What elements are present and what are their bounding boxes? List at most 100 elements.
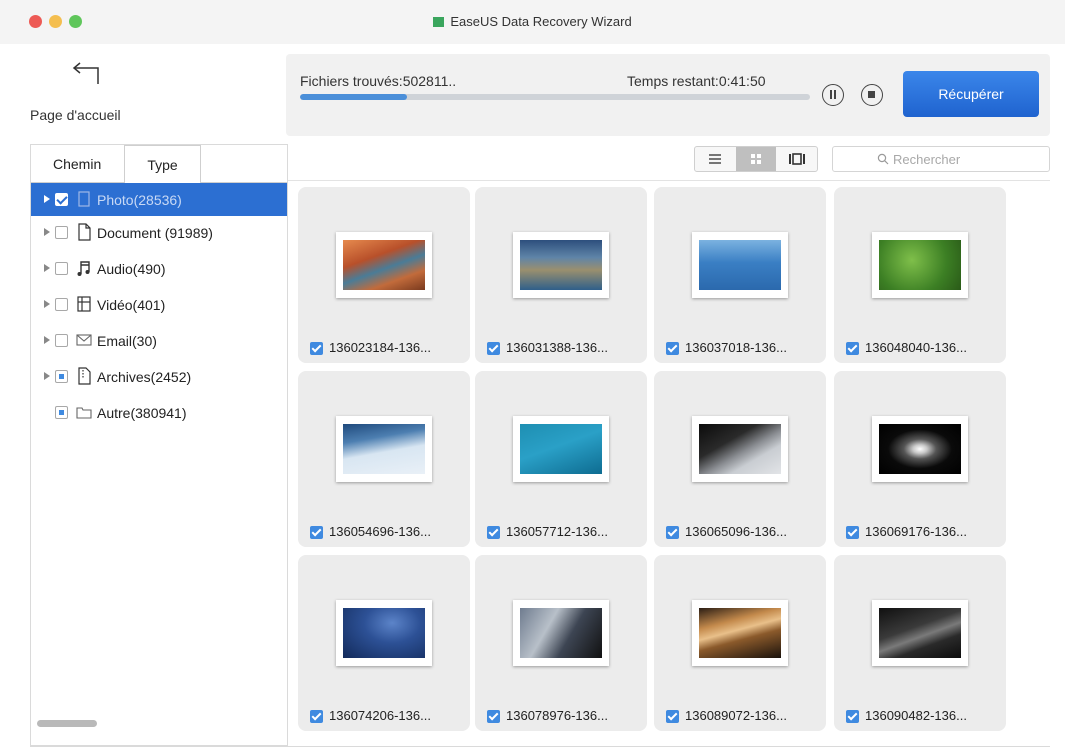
file-card[interactable]: 136054696-136... bbox=[298, 371, 470, 547]
sidebar: Chemin Type Photo(28536) Document (91989… bbox=[30, 144, 288, 746]
file-card[interactable]: 136065096-136... bbox=[654, 371, 826, 547]
file-card[interactable]: 136037018-136... bbox=[654, 187, 826, 363]
tree-item-audio[interactable]: Audio(490) bbox=[31, 252, 287, 288]
grid-view-icon[interactable] bbox=[736, 147, 776, 171]
file-name: 136078976-136... bbox=[506, 708, 608, 723]
file-card[interactable]: 136023184-136... bbox=[298, 187, 470, 363]
thumbnail-frame bbox=[336, 416, 432, 482]
tree-item-archives[interactable]: Archives(2452) bbox=[31, 360, 287, 396]
expand-arrow-icon[interactable] bbox=[44, 372, 50, 380]
thumbnail-frame bbox=[872, 232, 968, 298]
list-view-icon[interactable] bbox=[695, 147, 735, 171]
file-card[interactable]: 136031388-136... bbox=[475, 187, 647, 363]
checkbox[interactable] bbox=[55, 370, 68, 383]
email-icon bbox=[76, 334, 92, 346]
bottom-divider bbox=[30, 746, 1050, 747]
file-card[interactable]: 136089072-136... bbox=[654, 555, 826, 731]
checkbox[interactable] bbox=[310, 526, 323, 539]
checkbox[interactable] bbox=[55, 298, 68, 311]
thumbnail-image bbox=[520, 240, 602, 290]
app-logo-icon bbox=[433, 17, 445, 27]
checkbox[interactable] bbox=[310, 710, 323, 723]
horizontal-scrollbar[interactable] bbox=[37, 720, 97, 727]
checkbox[interactable] bbox=[487, 710, 500, 723]
checkbox[interactable] bbox=[846, 710, 859, 723]
thumbnail-image bbox=[343, 424, 425, 474]
filmstrip-view-icon[interactable] bbox=[777, 147, 817, 171]
document-icon bbox=[78, 223, 91, 241]
tree-item-video[interactable]: Vidéo(401) bbox=[31, 288, 287, 324]
file-card[interactable]: 136074206-136... bbox=[298, 555, 470, 731]
thumbnail-frame bbox=[872, 416, 968, 482]
thumbnail-image bbox=[520, 608, 602, 658]
type-tree: Photo(28536) Document (91989) Audio(490)… bbox=[31, 183, 287, 432]
time-remaining-text: Temps restant:0:41:50 bbox=[627, 73, 766, 89]
scan-progress-fill bbox=[300, 94, 408, 100]
search-box[interactable] bbox=[832, 146, 1050, 172]
tab-path[interactable]: Chemin bbox=[53, 145, 125, 183]
thumbnail-frame bbox=[692, 232, 788, 298]
checkbox[interactable] bbox=[55, 226, 68, 239]
search-icon bbox=[877, 153, 889, 165]
thumbnail-image bbox=[343, 608, 425, 658]
file-name: 136069176-136... bbox=[865, 524, 967, 539]
home-label: Page d'accueil bbox=[30, 107, 121, 123]
thumbnail-image bbox=[699, 608, 781, 658]
file-card[interactable]: 136069176-136... bbox=[834, 371, 1006, 547]
file-name: 136090482-136... bbox=[865, 708, 967, 723]
thumbnail-image bbox=[879, 240, 961, 290]
checkbox[interactable] bbox=[55, 193, 68, 206]
thumbnail-frame bbox=[692, 416, 788, 482]
expand-arrow-icon[interactable] bbox=[44, 228, 50, 236]
expand-arrow-icon[interactable] bbox=[44, 195, 50, 203]
archive-icon bbox=[78, 367, 91, 385]
tree-item-document[interactable]: Document (91989) bbox=[31, 216, 287, 252]
file-card[interactable]: 136048040-136... bbox=[834, 187, 1006, 363]
checkbox[interactable] bbox=[310, 342, 323, 355]
home-button[interactable]: Page d'accueil bbox=[18, 56, 198, 136]
thumbnail-image bbox=[343, 240, 425, 290]
tree-item-email[interactable]: Email(30) bbox=[31, 324, 287, 360]
tree-item-other[interactable]: Autre(380941) bbox=[31, 396, 287, 432]
file-card[interactable]: 136057712-136... bbox=[475, 371, 647, 547]
tree-item-photo[interactable]: Photo(28536) bbox=[31, 183, 287, 216]
thumbnail-image bbox=[879, 424, 961, 474]
file-grid: 136023184-136... 136031388-136... 136037… bbox=[288, 180, 1050, 746]
checkbox[interactable] bbox=[846, 342, 859, 355]
checkbox[interactable] bbox=[666, 342, 679, 355]
pause-icon[interactable] bbox=[822, 84, 844, 106]
file-card[interactable]: 136090482-136... bbox=[834, 555, 1006, 731]
stop-icon[interactable] bbox=[861, 84, 883, 106]
file-name: 136048040-136... bbox=[865, 340, 967, 355]
thumbnail-frame bbox=[872, 600, 968, 666]
expand-arrow-icon[interactable] bbox=[44, 336, 50, 344]
expand-arrow-icon[interactable] bbox=[44, 300, 50, 308]
tree-item-label: Autre(380941) bbox=[97, 405, 187, 421]
file-name: 136057712-136... bbox=[506, 524, 608, 539]
photo-icon bbox=[78, 191, 90, 207]
file-card[interactable]: 136078976-136... bbox=[475, 555, 647, 731]
expand-arrow-icon[interactable] bbox=[44, 264, 50, 272]
checkbox[interactable] bbox=[487, 342, 500, 355]
checkbox[interactable] bbox=[666, 710, 679, 723]
recover-button[interactable]: Récupérer bbox=[903, 71, 1039, 117]
tree-item-label: Document (91989) bbox=[97, 225, 213, 241]
title-bar: EaseUS Data Recovery Wizard bbox=[0, 0, 1065, 44]
thumbnail-image bbox=[520, 424, 602, 474]
checkbox[interactable] bbox=[55, 262, 68, 275]
file-name: 136037018-136... bbox=[685, 340, 787, 355]
thumbnail-frame bbox=[513, 232, 609, 298]
tree-item-label: Email(30) bbox=[97, 333, 157, 349]
checkbox[interactable] bbox=[55, 406, 68, 419]
scan-status-panel: Fichiers trouvés:502811.. Temps restant:… bbox=[286, 54, 1050, 136]
checkbox[interactable] bbox=[846, 526, 859, 539]
checkbox[interactable] bbox=[55, 334, 68, 347]
checkbox[interactable] bbox=[666, 526, 679, 539]
tab-type[interactable]: Type bbox=[124, 145, 201, 183]
thumbnail-frame bbox=[336, 600, 432, 666]
thumbnail-frame bbox=[692, 600, 788, 666]
thumbnail-image bbox=[699, 424, 781, 474]
checkbox[interactable] bbox=[487, 526, 500, 539]
tree-item-label: Archives(2452) bbox=[97, 369, 192, 385]
search-input[interactable] bbox=[893, 147, 1043, 171]
